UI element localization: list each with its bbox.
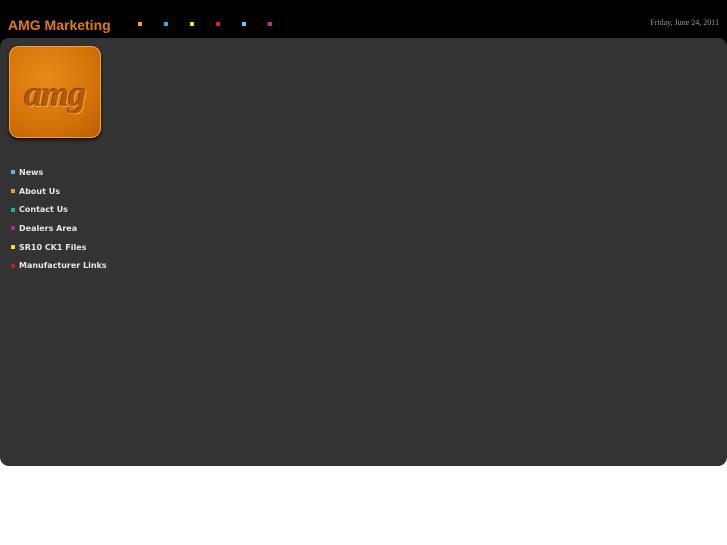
nav-label: About Us <box>19 186 60 196</box>
square-dot-icon <box>216 22 220 26</box>
nav-item-news[interactable]: News <box>11 163 107 182</box>
logo-text: amg <box>24 74 86 114</box>
bullet-icon <box>11 170 15 175</box>
nav-label: News <box>19 167 44 177</box>
nav-item-about-us[interactable]: About Us <box>11 182 107 201</box>
sidebar-nav: News About Us Contact Us Dealers Area SR… <box>11 163 107 275</box>
amg-logo[interactable]: amg <box>9 46 101 138</box>
square-dot-icon <box>164 22 168 26</box>
nav-item-dealers-area[interactable]: Dealers Area <box>11 219 107 238</box>
nav-label: Dealers Area <box>19 223 78 233</box>
bullet-icon <box>11 226 15 231</box>
square-dot-icon <box>242 22 246 26</box>
bullet-icon <box>11 263 15 268</box>
nav-label: Manufacturer Links <box>19 261 107 271</box>
nav-item-contact-us[interactable]: Contact Us <box>11 200 107 219</box>
bullet-icon <box>11 189 15 194</box>
nav-label: Contact Us <box>19 205 68 215</box>
nav-label: SR10 CK1 Files <box>19 242 87 252</box>
nav-item-manufacturer-links[interactable]: Manufacturer Links <box>11 256 107 275</box>
site-title[interactable]: AMG Marketing <box>8 16 111 34</box>
current-date: Friday, June 24, 2011 <box>650 18 719 27</box>
square-dot-icon <box>190 22 194 26</box>
main-panel <box>0 38 727 466</box>
nav-item-sr10-ck1-files[interactable]: SR10 CK1 Files <box>11 238 107 257</box>
bullet-icon <box>11 207 15 212</box>
square-dot-icon <box>268 22 272 26</box>
bullet-icon <box>11 245 15 250</box>
square-dot-icon <box>138 22 142 26</box>
